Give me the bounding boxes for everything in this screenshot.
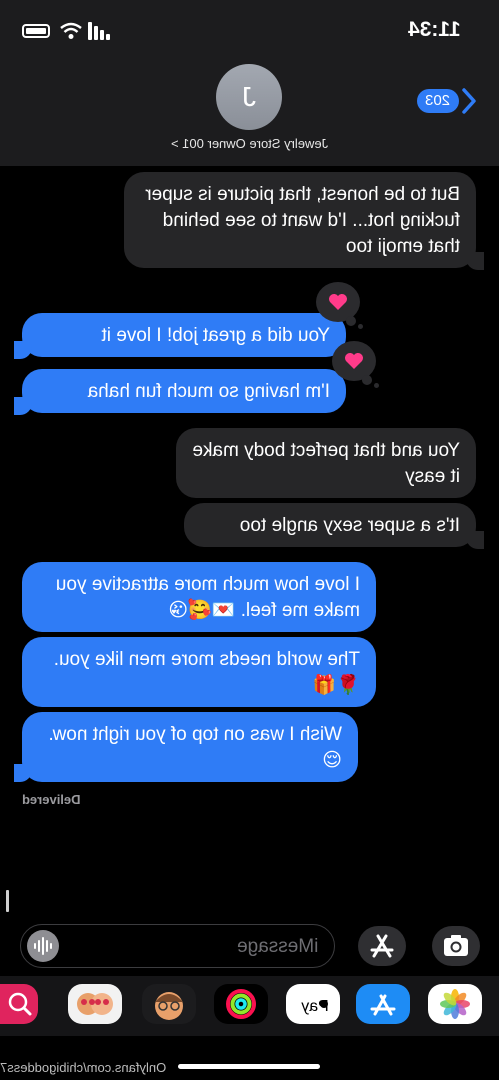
chevron-back-icon[interactable]	[461, 88, 477, 114]
contact-avatar[interactable]: J	[216, 64, 282, 130]
activity-app-icon[interactable]	[214, 984, 268, 1024]
memoji-app-icon[interactable]	[142, 984, 196, 1024]
app-store-icon[interactable]	[358, 926, 406, 966]
cellular-signal-icon	[88, 22, 112, 40]
wifi-icon	[60, 22, 82, 39]
message-bubble-sent[interactable]: I love how much more attractive you make…	[22, 562, 376, 632]
delivered-status: Delivered	[22, 792, 81, 807]
message-bubble-received[interactable]: But to be honest, that picture is super …	[124, 172, 476, 268]
conversation-header: 11:34 203 J Jewelry Store Owner 001 >	[0, 0, 499, 166]
heart-icon	[345, 353, 363, 369]
back-unread-badge[interactable]: 203	[417, 89, 459, 113]
battery-icon	[22, 24, 50, 38]
heart-icon	[329, 294, 347, 310]
imessage-input[interactable]: iMessage	[20, 924, 335, 968]
contact-name[interactable]: Jewelry Store Owner 001 >	[0, 136, 499, 151]
app-drawer: Pay	[0, 976, 499, 1036]
status-time: 11:34	[408, 18, 461, 41]
message-bubble-sent[interactable]: You did a great job! I love it	[22, 313, 346, 357]
app-store-app-icon[interactable]	[356, 984, 410, 1024]
status-icons	[22, 22, 112, 42]
camera-icon[interactable]	[432, 926, 480, 966]
input-placeholder: iMessage	[236, 936, 318, 957]
message-bubble-sent[interactable]: The world needs more men like you. 🌹🎁	[22, 637, 376, 707]
tapback-heart[interactable]	[316, 282, 363, 329]
photos-app-icon[interactable]	[428, 984, 482, 1024]
message-bubble-received[interactable]: You and that perfect body make it easy	[176, 428, 476, 498]
audio-waveform-icon[interactable]	[27, 930, 59, 962]
message-bubble-sent[interactable]: Wish I was on top of you right now. 😌	[22, 712, 358, 782]
message-bubble-sent[interactable]: I'm having so much fun haha	[22, 369, 346, 413]
search-images-app-icon[interactable]	[0, 984, 38, 1024]
home-indicator[interactable]	[178, 1064, 320, 1069]
memoji-stickers-app-icon[interactable]	[68, 984, 122, 1024]
apple-pay-app-icon[interactable]: Pay	[286, 984, 340, 1024]
message-bubble-received[interactable]: It's a super sexy angle too	[184, 503, 476, 547]
tapback-heart[interactable]	[332, 341, 379, 388]
text-cursor	[6, 890, 9, 912]
